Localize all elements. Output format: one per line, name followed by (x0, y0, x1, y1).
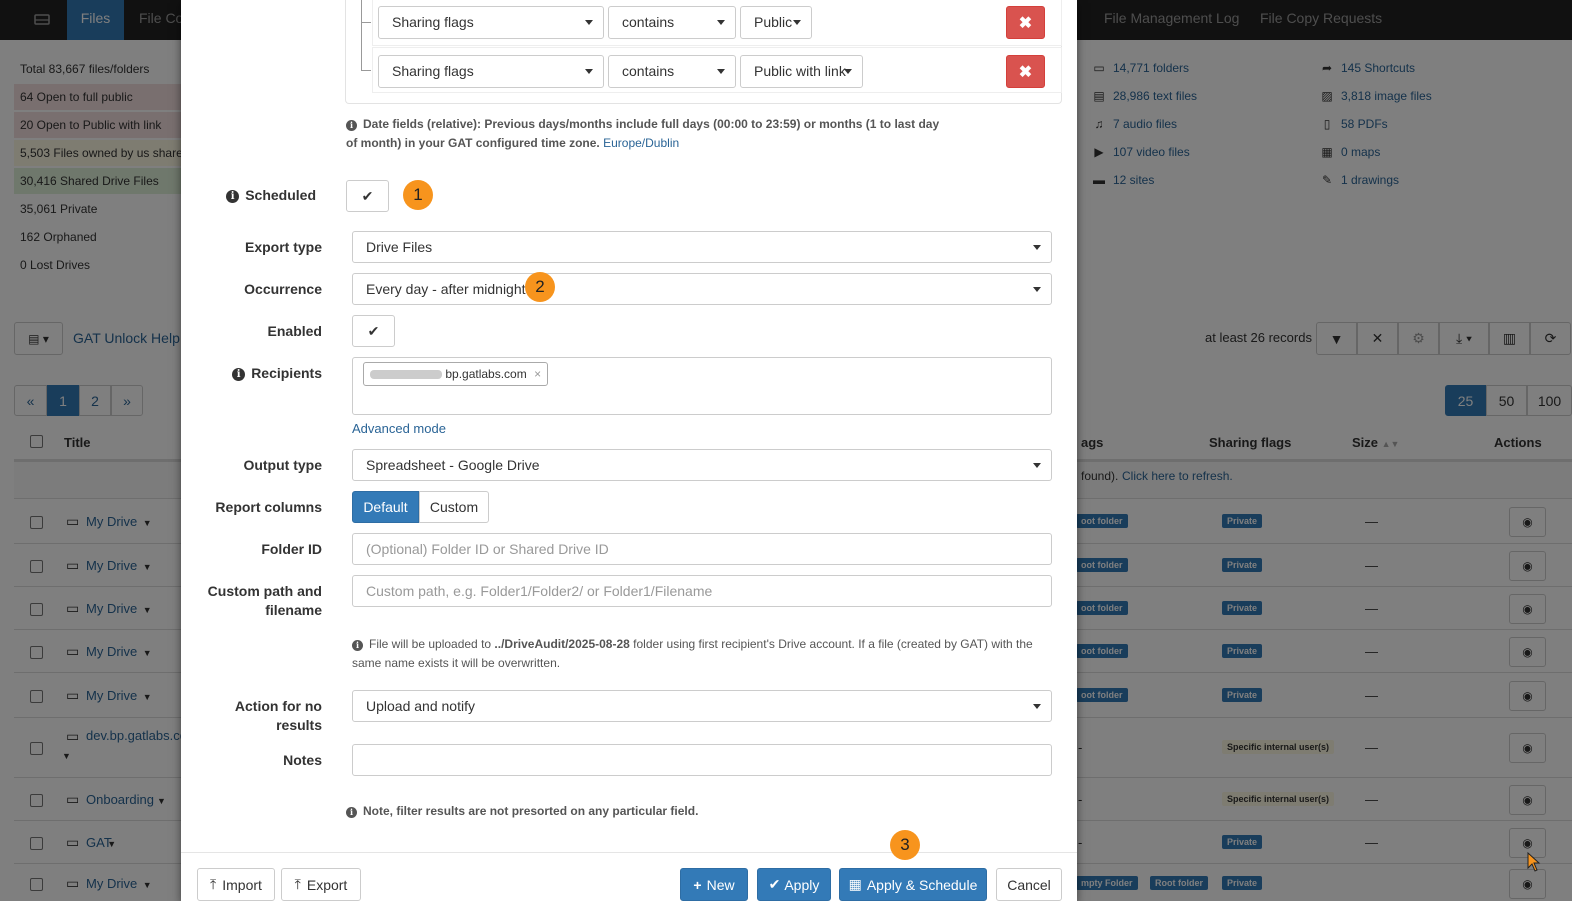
caret-down-icon (1033, 245, 1041, 250)
filter-value-select[interactable]: Public (740, 6, 812, 39)
caret-down-icon (717, 69, 725, 74)
notes-label: Notes (283, 752, 322, 768)
output-type-select[interactable]: Spreadsheet - Google Drive (352, 449, 1052, 481)
caret-down-icon (793, 20, 801, 25)
filter-value-select[interactable]: Public with link (740, 55, 863, 88)
filter-field-select[interactable]: Sharing flags (378, 55, 604, 88)
apply-schedule-button[interactable]: ▦ Apply & Schedule (839, 868, 987, 901)
recipients-label: i Recipients (232, 365, 322, 381)
upload-note: i File will be uploaded to ../DriveAudit/… (352, 637, 1033, 670)
filter-operator-select[interactable]: contains (608, 6, 736, 39)
export-button[interactable]: ⤒ Export (281, 868, 361, 901)
mouse-cursor-icon (1527, 852, 1541, 872)
output-type-label: Output type (243, 457, 322, 473)
report-columns-label: Report columns (215, 499, 322, 515)
apply-button[interactable]: ✔ Apply (757, 868, 831, 901)
folder-id-input[interactable]: (Optional) Folder ID or Shared Drive ID (352, 533, 1052, 565)
check-icon: ✔ (768, 876, 781, 892)
report-columns-toggle: Default Custom (352, 491, 489, 523)
filter-field-select[interactable]: Sharing flags (378, 6, 604, 39)
remove-filter-button[interactable]: ✖ (1006, 55, 1045, 88)
custom-path-label: Custom path and filename (207, 583, 322, 618)
caret-down-icon (717, 20, 725, 25)
caret-down-icon (844, 69, 852, 74)
plus-icon: + (693, 876, 702, 893)
enabled-label: Enabled (267, 323, 322, 339)
tree-branch (361, 22, 371, 23)
step-3-marker: 3 (890, 830, 920, 860)
columns-custom-button[interactable]: Custom (419, 491, 489, 523)
scheduled-label: i Scheduled (226, 187, 316, 203)
caret-down-icon (1033, 704, 1041, 709)
caret-down-icon (585, 20, 593, 25)
caret-down-icon (1033, 287, 1041, 292)
action-no-results-select[interactable]: Upload and notify (352, 690, 1052, 722)
new-button[interactable]: + New (680, 868, 748, 901)
close-icon: ✖ (1018, 63, 1033, 81)
tree-branch (361, 70, 371, 71)
occurrence-label: Occurrence (244, 281, 322, 297)
scheduled-checkbox[interactable]: ✔ (346, 180, 389, 212)
timezone-link[interactable]: Europe/Dublin (603, 136, 679, 150)
redacted-email (370, 370, 442, 379)
action-no-results-label: Action for no results (234, 698, 322, 733)
export-icon: ⤒ (294, 876, 301, 892)
info-icon: i (346, 120, 357, 131)
columns-default-button[interactable]: Default (352, 491, 419, 523)
presort-note: i Note, filter results are not presorted … (346, 802, 946, 821)
import-button[interactable]: ⤒ Import (197, 868, 275, 901)
recipients-input[interactable]: bp.gatlabs.com × (352, 357, 1052, 415)
remove-filter-button[interactable]: ✖ (1006, 6, 1045, 39)
occurrence-select[interactable]: Every day - after midnight (352, 273, 1052, 305)
filter-operator-select[interactable]: contains (608, 55, 736, 88)
enabled-checkbox[interactable]: ✔ (352, 315, 395, 347)
step-1-marker: 1 (403, 180, 433, 210)
remove-recipient-icon[interactable]: × (534, 367, 541, 381)
info-icon: i (346, 807, 357, 818)
export-type-label: Export type (244, 239, 322, 255)
folder-id-label: Folder ID (261, 541, 322, 557)
cancel-button[interactable]: Cancel (996, 868, 1062, 901)
notes-input[interactable] (352, 744, 1052, 776)
custom-path-input[interactable]: Custom path, e.g. Folder1/Folder2/ or Fo… (352, 575, 1052, 607)
caret-down-icon (585, 69, 593, 74)
date-note: i Date fields (relative): Previous days/m… (346, 117, 940, 150)
export-schedule-modal: Sharing flags contains Public ✖ Sharing flag… (181, 0, 1077, 901)
step-2-marker: 2 (525, 272, 555, 302)
caret-down-icon (1033, 463, 1041, 468)
info-icon: i (232, 368, 246, 381)
modal-footer-divider (181, 852, 1077, 853)
close-icon: ✖ (1018, 14, 1033, 32)
advanced-mode-link[interactable]: Advanced mode (352, 421, 446, 436)
info-icon: i (352, 640, 363, 651)
info-icon: i (226, 190, 240, 203)
recipient-chip: bp.gatlabs.com × (363, 362, 549, 386)
import-icon: ⤒ (210, 876, 217, 892)
tree-line (361, 0, 362, 70)
export-type-select[interactable]: Drive Files (352, 231, 1052, 263)
calendar-icon: ▦ (848, 876, 862, 892)
